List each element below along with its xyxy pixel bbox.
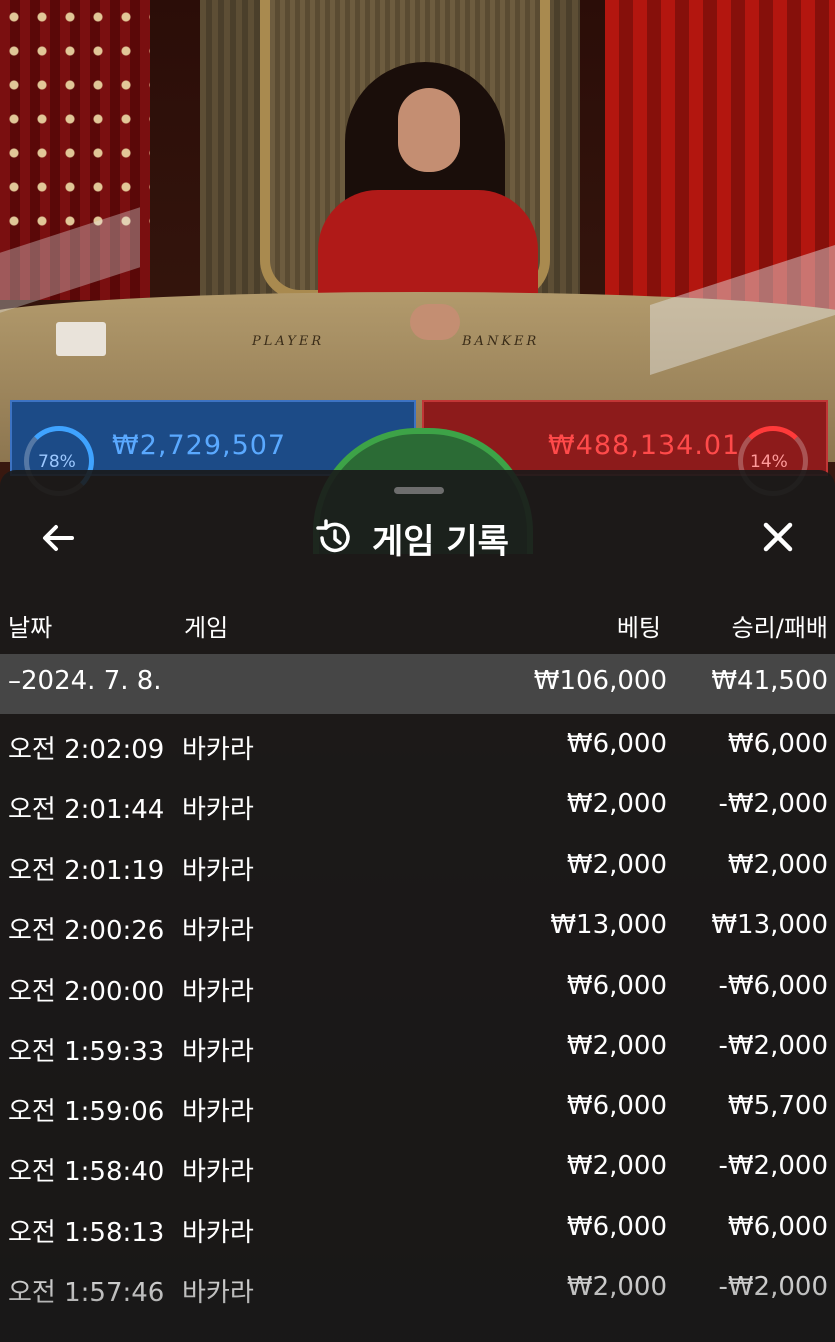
game-history-sheet: 게임 기록 날짜 게임 베팅 승리/패배 –2024. 7. 8. ₩106,0… — [0, 470, 835, 1342]
history-row[interactable]: 오전 1:58:40 바카라 ₩2,000 -₩2,000 — [0, 1139, 835, 1199]
row-bet: ₩6,000 — [566, 971, 667, 1001]
row-result: ₩13,000 — [711, 910, 828, 940]
header-title-group: 게임 기록 — [314, 515, 509, 562]
history-row[interactable]: 오전 1:59:33 바카라 ₩2,000 -₩2,000 — [0, 1019, 835, 1079]
page-title: 게임 기록 — [372, 521, 509, 562]
column-header-result: 승리/패배 — [731, 614, 828, 642]
banker-percent: 14% — [750, 452, 788, 472]
row-bet: ₩13,000 — [550, 910, 667, 940]
row-game: 바카라 — [182, 1157, 254, 1187]
row-result: ₩5,700 — [727, 1091, 828, 1121]
table-label-banker: BANKER — [462, 334, 540, 349]
row-time: 오전 2:01:44 — [8, 795, 165, 825]
row-bet: ₩2,000 — [566, 1031, 667, 1061]
row-time: 오전 2:01:19 — [8, 856, 165, 886]
row-bet: ₩6,000 — [566, 1091, 667, 1121]
arrow-left-icon[interactable] — [38, 518, 78, 558]
row-time: 오전 1:57:46 — [8, 1278, 165, 1308]
history-row[interactable]: 오전 2:01:44 바카라 ₩2,000 -₩2,000 — [0, 777, 835, 837]
row-bet: ₩6,000 — [566, 1212, 667, 1242]
row-time: 오전 2:02:09 — [8, 735, 165, 765]
history-row[interactable]: 오전 1:58:13 바카라 ₩6,000 ₩6,000 — [0, 1200, 835, 1260]
row-game: 바카라 — [182, 1218, 254, 1248]
row-time: 오전 2:00:00 — [8, 977, 165, 1007]
column-header-game: 게임 — [184, 614, 229, 642]
row-bet: ₩2,000 — [566, 789, 667, 819]
row-game: 바카라 — [182, 1278, 254, 1308]
history-row[interactable]: 오전 2:00:00 바카라 ₩6,000 -₩6,000 — [0, 959, 835, 1019]
column-header-bet: 베팅 — [616, 614, 661, 642]
row-bet: ₩2,000 — [566, 1151, 667, 1181]
row-result: -₩2,000 — [718, 1151, 828, 1181]
row-game: 바카라 — [182, 856, 254, 886]
player-percent: 78% — [38, 452, 76, 472]
date-group-total-result: ₩41,500 — [711, 666, 828, 696]
banker-amount: ₩488,134.01 — [548, 430, 741, 461]
history-clock-icon — [316, 519, 350, 553]
row-game: 바카라 — [182, 977, 254, 1007]
close-icon[interactable] — [758, 517, 798, 557]
history-row[interactable]: 오전 2:02:09 바카라 ₩6,000 ₩6,000 — [0, 717, 835, 777]
row-result: ₩6,000 — [727, 1212, 828, 1242]
row-game: 바카라 — [182, 916, 254, 946]
row-bet: ₩6,000 — [566, 729, 667, 759]
row-time: 오전 2:00:26 — [8, 916, 165, 946]
column-header-date: 날짜 — [8, 614, 53, 642]
card-stack — [56, 322, 106, 356]
row-time: 오전 1:58:40 — [8, 1157, 165, 1187]
date-group-row[interactable]: –2024. 7. 8. ₩106,000 ₩41,500 — [0, 654, 835, 714]
row-result: -₩2,000 — [718, 789, 828, 819]
player-amount: ₩2,729,507 — [112, 430, 287, 461]
row-game: 바카라 — [182, 1097, 254, 1127]
dealer-hands — [410, 304, 460, 340]
row-result: -₩2,000 — [718, 1031, 828, 1061]
row-result: -₩2,000 — [718, 1272, 828, 1302]
row-time: 오전 1:59:06 — [8, 1097, 165, 1127]
history-row[interactable]: 오전 2:00:26 바카라 ₩13,000 ₩13,000 — [0, 898, 835, 958]
row-result: ₩2,000 — [727, 850, 828, 880]
history-row[interactable]: 오전 1:57:46 바카라 ₩2,000 -₩2,000 — [0, 1260, 835, 1320]
history-row[interactable]: 오전 1:59:06 바카라 ₩6,000 ₩5,700 — [0, 1079, 835, 1139]
row-game: 바카라 — [182, 795, 254, 825]
row-time: 오전 1:59:33 — [8, 1037, 165, 1067]
dealer-face — [398, 88, 460, 172]
row-result: ₩6,000 — [727, 729, 828, 759]
row-time: 오전 1:58:13 — [8, 1218, 165, 1248]
drag-handle[interactable] — [394, 487, 444, 494]
row-bet: ₩2,000 — [566, 850, 667, 880]
row-game: 바카라 — [182, 1037, 254, 1067]
history-row[interactable]: 오전 2:01:19 바카라 ₩2,000 ₩2,000 — [0, 838, 835, 898]
date-group-label: –2024. 7. 8. — [8, 666, 162, 696]
date-group-total-bet: ₩106,000 — [533, 666, 667, 696]
row-bet: ₩2,000 — [566, 1272, 667, 1302]
table-label-player: PLAYER — [252, 334, 325, 349]
row-game: 바카라 — [182, 735, 254, 765]
row-result: -₩6,000 — [718, 971, 828, 1001]
